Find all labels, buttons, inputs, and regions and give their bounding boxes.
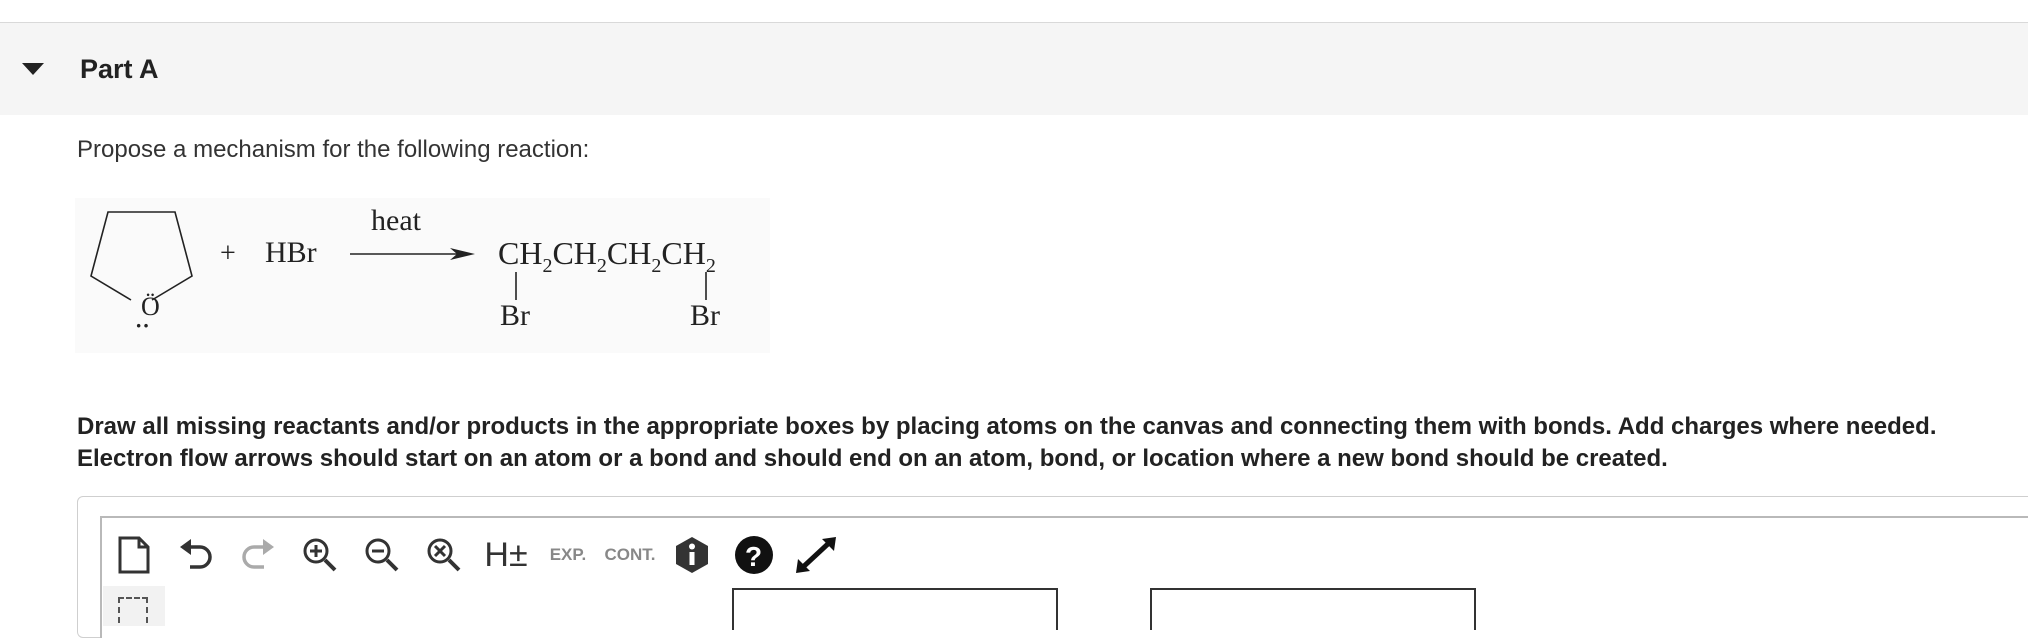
reset-zoom-icon [427,538,461,572]
fullscreen-button[interactable] [785,525,847,585]
expand-button[interactable]: EXP. [537,525,599,585]
undo-icon [180,539,212,569]
top-divider [0,0,2028,23]
reaction-scheme: Ö ·· + HBr heat CH2CH2CH2CH2 Br Br [75,198,770,353]
zoom-in-button[interactable] [289,525,351,585]
zoom-out-button[interactable] [351,525,413,585]
explicit-hydrogens-label: H± [484,535,528,574]
info-icon [676,537,708,573]
part-header[interactable] [0,23,2028,115]
drawing-canvas[interactable] [166,586,2028,626]
redo-icon [242,539,274,569]
zoom-in-icon [303,538,337,572]
contract-label: CONT. [604,545,656,564]
question-prompt: Propose a mechanism for the following re… [77,136,590,163]
drawing-toolbar: H± EXP. CONT. ? [103,525,847,585]
product-chain: CH2CH2CH2CH2 [498,235,716,277]
fullscreen-icon [796,537,836,573]
zoom-out-icon [365,538,399,572]
info-button[interactable] [661,525,723,585]
help-button[interactable]: ? [723,525,785,585]
help-icon: ? [735,536,773,574]
expand-label: EXP. [549,545,587,564]
reset-zoom-button[interactable] [413,525,475,585]
reagent-hbr: HBr [265,236,317,269]
undo-button[interactable] [165,525,227,585]
new-document-button[interactable] [103,525,165,585]
part-title: Part A [80,54,159,84]
explicit-hydrogens-button[interactable]: H± [475,525,537,585]
marquee-select-icon[interactable] [118,597,148,623]
answer-box-1[interactable] [732,588,1058,630]
drawing-instructions: Draw all missing reactants and/or produc… [77,413,1937,472]
contract-button[interactable]: CONT. [599,525,661,585]
svg-text:?: ? [745,541,762,572]
collapse-caret-icon[interactable] [22,63,44,75]
redo-button[interactable] [227,525,289,585]
product-br-right: Br [690,299,720,332]
plus-sign: + [220,238,236,269]
new-document-icon [118,536,150,574]
product-br-left: Br [500,299,530,332]
condition-heat: heat [371,204,422,237]
thf-oxygen-lone-pair: ·· [135,313,150,338]
answer-box-2[interactable] [1150,588,1476,630]
